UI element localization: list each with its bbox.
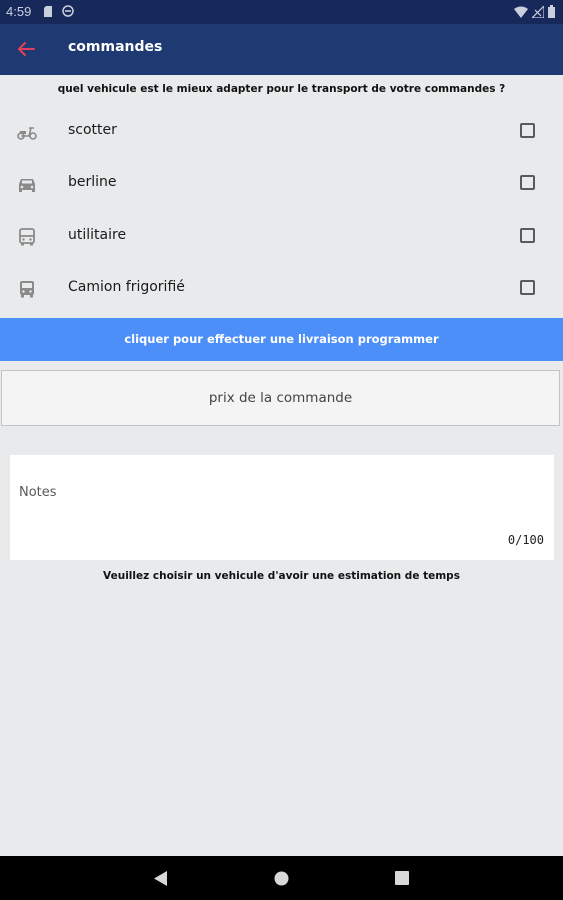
vehicle-option-utilitaire[interactable]: utilitaire — [0, 211, 563, 263]
scheduled-delivery-button[interactable]: cliquer pour effectuer une livraison pro… — [0, 318, 563, 361]
status-right-icons — [514, 5, 555, 18]
back-arrow-icon[interactable] — [14, 39, 38, 59]
system-nav-bar — [0, 856, 563, 900]
page-title: commandes — [68, 39, 163, 55]
notes-placeholder: Notes — [19, 485, 57, 500]
vehicle-label: utilitaire — [68, 227, 127, 243]
van-icon — [19, 228, 35, 246]
wifi-icon — [514, 6, 528, 18]
truck-icon — [20, 281, 34, 298]
car-icon — [19, 179, 35, 192]
notes-char-counter: 0/100 — [507, 533, 544, 547]
nav-back-icon[interactable] — [154, 871, 168, 886]
vehicle-checkbox[interactable] — [520, 175, 535, 190]
vehicle-checkbox[interactable] — [520, 123, 535, 138]
status-time: 4:59 — [6, 4, 32, 19]
nav-home-icon[interactable] — [274, 871, 289, 886]
vehicle-label: Camion frigorifié — [68, 279, 185, 295]
signal-icon — [532, 5, 544, 18]
scooter-icon — [17, 127, 37, 140]
order-price-button[interactable]: prix de la commande — [1, 370, 560, 426]
nav-recents-icon[interactable] — [395, 871, 409, 885]
app-bar: commandes — [0, 24, 563, 75]
vehicle-checkbox[interactable] — [520, 280, 535, 295]
vehicle-label: berline — [68, 174, 117, 190]
vehicle-option-scooter[interactable]: scotter — [0, 106, 563, 158]
vehicle-option-berline[interactable]: berline — [0, 158, 563, 210]
vehicle-label: scotter — [68, 122, 117, 138]
notes-field[interactable]: Notes 0/100 — [10, 455, 554, 560]
sd-card-icon — [44, 6, 52, 17]
vehicle-checkbox[interactable] — [520, 228, 535, 243]
time-estimate-message: Veuillez choisir un vehicule d'avoir une… — [103, 570, 460, 582]
battery-icon — [548, 5, 555, 18]
status-bar: 4:59 — [0, 0, 563, 24]
vehicle-question: quel vehicule est le mieux adapter pour … — [57, 83, 506, 95]
vehicle-option-camion-frigorifie[interactable]: Camion frigorifié — [0, 263, 563, 315]
do-not-disturb-icon — [62, 5, 74, 17]
